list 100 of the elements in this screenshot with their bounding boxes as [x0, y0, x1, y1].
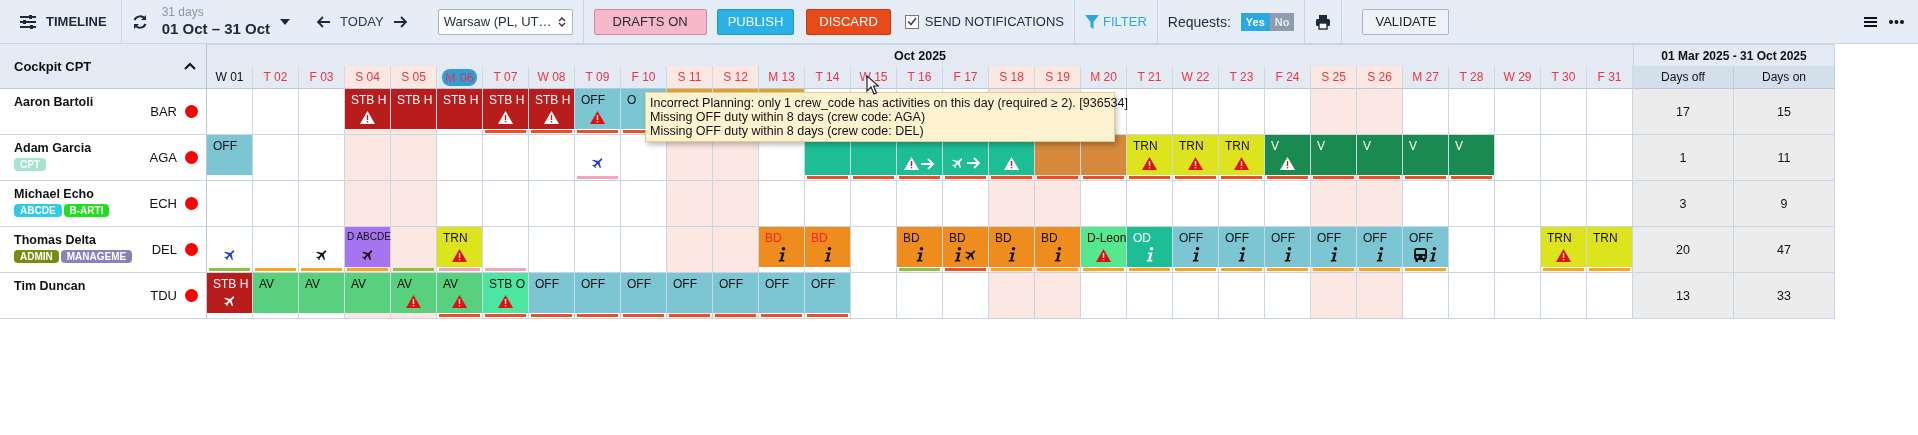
- action-button[interactable]: DRAFTS ON: [593, 8, 707, 35]
- day-header[interactable]: S 11: [667, 66, 713, 89]
- day-cell[interactable]: [299, 89, 345, 135]
- day-cell[interactable]: [1265, 181, 1311, 227]
- timezone-select[interactable]: Warsaw (PL, UT…: [437, 8, 573, 35]
- validate-button[interactable]: VALIDATE: [1362, 8, 1450, 35]
- day-cell[interactable]: [851, 227, 897, 273]
- day-cell[interactable]: [1403, 273, 1449, 319]
- menu-icon[interactable]: [1864, 16, 1877, 27]
- day-cell[interactable]: [437, 181, 483, 227]
- day-cell[interactable]: [1587, 135, 1633, 181]
- day-cell[interactable]: [483, 181, 529, 227]
- day-cell[interactable]: [391, 181, 437, 227]
- day-cell[interactable]: [1219, 89, 1265, 135]
- day-cell[interactable]: [299, 135, 345, 181]
- day-cell[interactable]: [1495, 227, 1541, 273]
- day-cell[interactable]: [1541, 135, 1587, 181]
- day-cell[interactable]: [1311, 89, 1357, 135]
- day-cell[interactable]: [713, 181, 759, 227]
- day-cell[interactable]: [1357, 181, 1403, 227]
- day-cell[interactable]: [207, 181, 253, 227]
- day-cell[interactable]: [943, 273, 989, 319]
- notifications-checkbox[interactable]: SEND NOTIFICATIONS: [904, 14, 1064, 29]
- day-cell[interactable]: [345, 135, 391, 181]
- chevron-icon[interactable]: [184, 62, 196, 70]
- day-cell[interactable]: [345, 181, 391, 227]
- day-cell[interactable]: [1403, 89, 1449, 135]
- day-cell[interactable]: [851, 273, 897, 319]
- day-cell[interactable]: [667, 227, 713, 273]
- crew-cell[interactable]: Thomas Delta ADMIN MANAGEME DEL: [0, 227, 207, 273]
- day-cell[interactable]: [1265, 273, 1311, 319]
- day-cell[interactable]: [989, 273, 1035, 319]
- day-cell[interactable]: [483, 135, 529, 181]
- day-cell[interactable]: [1173, 273, 1219, 319]
- day-cell[interactable]: [1081, 273, 1127, 319]
- day-cell[interactable]: [253, 135, 299, 181]
- day-cell[interactable]: [897, 181, 943, 227]
- day-cell[interactable]: [1541, 181, 1587, 227]
- group-header[interactable]: Cockpit CPT: [0, 44, 207, 89]
- day-cell[interactable]: [483, 227, 529, 273]
- crew-cell[interactable]: Michael Echo ABCDE B-ARTI ECH: [0, 181, 207, 227]
- day-cell[interactable]: [1081, 181, 1127, 227]
- day-cell[interactable]: [1449, 181, 1495, 227]
- day-cell[interactable]: [897, 273, 943, 319]
- sliders-icon[interactable]: [20, 14, 36, 29]
- day-cell[interactable]: [575, 227, 621, 273]
- day-cell[interactable]: [851, 181, 897, 227]
- action-button[interactable]: DISCARD: [806, 8, 891, 35]
- day-cell[interactable]: [667, 181, 713, 227]
- day-cell[interactable]: [759, 181, 805, 227]
- day-cell[interactable]: [437, 135, 483, 181]
- day-cell[interactable]: [253, 89, 299, 135]
- day-cell[interactable]: [989, 181, 1035, 227]
- day-cell[interactable]: [1219, 181, 1265, 227]
- day-cell[interactable]: [1173, 89, 1219, 135]
- timeline-title[interactable]: TIMELINE: [46, 14, 107, 29]
- day-cell[interactable]: [1495, 273, 1541, 319]
- day-cell[interactable]: [1541, 273, 1587, 319]
- print-icon[interactable]: [1315, 13, 1332, 30]
- day-cell[interactable]: [575, 135, 621, 181]
- day-cell[interactable]: [1449, 273, 1495, 319]
- day-cell[interactable]: [1127, 89, 1173, 135]
- day-cell[interactable]: [253, 227, 299, 273]
- day-cell[interactable]: [1495, 135, 1541, 181]
- day-cell[interactable]: [1357, 89, 1403, 135]
- day-cell[interactable]: [529, 135, 575, 181]
- day-cell[interactable]: [1127, 273, 1173, 319]
- day-cell[interactable]: [391, 135, 437, 181]
- day-cell[interactable]: [805, 181, 851, 227]
- day-cell[interactable]: [1035, 181, 1081, 227]
- day-cell[interactable]: [207, 227, 253, 273]
- checkbox[interactable]: [904, 14, 919, 29]
- day-cell[interactable]: [1265, 89, 1311, 135]
- day-cell[interactable]: [253, 181, 299, 227]
- filter-icon[interactable]: [1084, 14, 1099, 29]
- day-cell[interactable]: [529, 227, 575, 273]
- day-cell[interactable]: [529, 181, 575, 227]
- day-cell[interactable]: [621, 227, 667, 273]
- day-cell[interactable]: [1311, 181, 1357, 227]
- day-cell[interactable]: [1449, 227, 1495, 273]
- day-cell[interactable]: [391, 227, 437, 273]
- day-cell[interactable]: [1311, 273, 1357, 319]
- crew-cell[interactable]: Adam Garcia CPT AGA: [0, 135, 207, 181]
- day-cell[interactable]: [1173, 181, 1219, 227]
- day-cell[interactable]: [1035, 273, 1081, 319]
- day-cell[interactable]: [299, 181, 345, 227]
- arrow-left-icon[interactable]: [316, 15, 331, 28]
- day-cell[interactable]: [1403, 181, 1449, 227]
- refresh-icon[interactable]: [131, 13, 148, 30]
- day-cell[interactable]: [713, 227, 759, 273]
- day-cell[interactable]: [943, 181, 989, 227]
- day-cell[interactable]: [299, 227, 345, 273]
- day-cell[interactable]: [1587, 273, 1633, 319]
- day-cell[interactable]: [1449, 89, 1495, 135]
- day-cell[interactable]: [1357, 273, 1403, 319]
- caret-icon[interactable]: [280, 18, 291, 25]
- day-cell[interactable]: [1127, 181, 1173, 227]
- date-range[interactable]: 01 Oct – 31 Oct: [161, 19, 271, 37]
- day-cell[interactable]: [1219, 273, 1265, 319]
- day-cell[interactable]: [1587, 181, 1633, 227]
